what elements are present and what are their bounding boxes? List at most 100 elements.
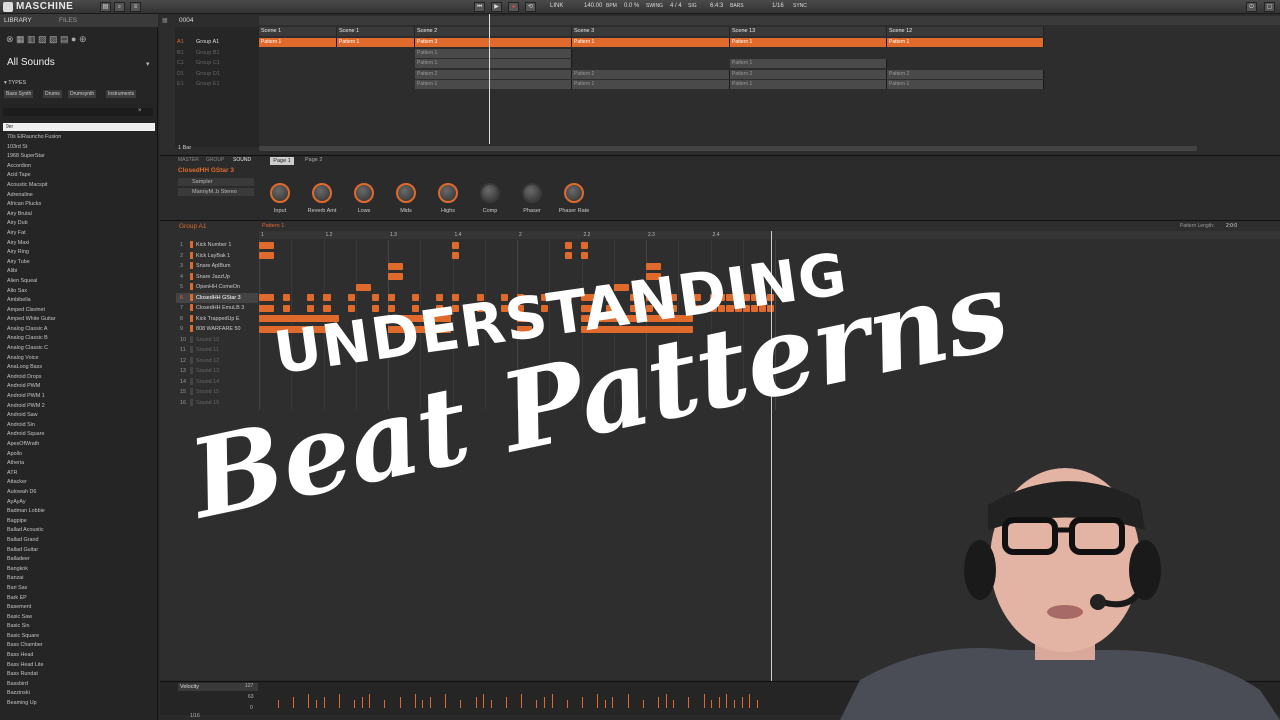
scene-header[interactable]: Scene 3 (572, 27, 730, 36)
library-item[interactable]: Autowah D6 (7, 488, 155, 498)
grid-icon[interactable]: ▦ (162, 17, 172, 25)
note[interactable] (355, 283, 371, 291)
velocity-bar[interactable] (582, 697, 583, 708)
scene-header[interactable]: Scene 1 (337, 27, 415, 36)
library-item[interactable]: Atheria (7, 459, 155, 469)
library-filter-icons[interactable]: ⊗ ▦ ▥ ▨ ▧ ▤ ● ⊕ (6, 34, 156, 46)
knob[interactable] (522, 183, 542, 203)
window-icon[interactable]: ▢ (1264, 2, 1275, 12)
library-item[interactable]: Acoustic Macspit (7, 181, 155, 191)
knob[interactable] (354, 183, 374, 203)
pattern-clip[interactable]: Pattern 1 (730, 59, 887, 68)
sound-row[interactable]: 8 Kick TrappedUp E (176, 314, 258, 325)
pattern-clip[interactable]: Pattern 1 (259, 38, 337, 47)
velocity-bar[interactable] (726, 694, 728, 708)
library-item[interactable]: Analog Classic B (7, 334, 155, 344)
library-item[interactable]: Amped Clavinet (7, 306, 155, 316)
preset-slot[interactable]: MannyM..b Stereo (178, 188, 254, 196)
velocity-bar[interactable] (308, 694, 310, 708)
library-item[interactable]: Basement (7, 603, 155, 613)
velocity-bar[interactable] (414, 694, 416, 708)
library-item[interactable]: Bark EP (7, 594, 155, 604)
library-item[interactable]: ATR (7, 469, 155, 479)
group-label[interactable]: Group A1 (179, 223, 206, 230)
library-item[interactable]: Airy Dub (7, 219, 155, 229)
velocity-bar[interactable] (566, 700, 568, 708)
note[interactable] (581, 241, 589, 249)
velocity-bar[interactable] (741, 697, 743, 708)
sound-row[interactable]: 10 Sound 10 (176, 335, 258, 346)
velocity-bar[interactable] (673, 700, 675, 708)
note[interactable] (283, 294, 291, 301)
velocity-bar[interactable] (703, 694, 705, 708)
velocity-bar[interactable] (597, 694, 599, 708)
pattern-clip[interactable]: Pattern 1 (572, 80, 730, 89)
tab-files[interactable]: FILES (59, 17, 77, 24)
scene-header[interactable]: Scene 1 (259, 27, 337, 36)
plugin-slot[interactable]: Sampler (178, 178, 254, 186)
pattern-clip[interactable]: Pattern 2 (415, 69, 572, 79)
library-selected-item[interactable]: 9er (3, 123, 155, 131)
note[interactable] (323, 304, 331, 312)
knob[interactable] (564, 183, 584, 203)
signature-value[interactable]: 4 / 4 (670, 3, 682, 9)
library-item[interactable]: Alto Sax (7, 287, 155, 297)
velocity-bar[interactable] (384, 700, 386, 708)
bars-value[interactable]: 6:4:3 (710, 3, 723, 9)
sound-row[interactable]: 7 ClosedHH EmuLB 3 (176, 303, 258, 314)
pattern-clip[interactable]: Pattern 1 (887, 80, 1044, 89)
type-chip[interactable]: Bass Synth (4, 90, 34, 98)
bar-length-label[interactable]: 1 Bar (178, 145, 191, 151)
library-item[interactable]: 103rd St (7, 143, 155, 153)
library-item[interactable]: Android PWM (7, 382, 155, 392)
note[interactable] (307, 294, 315, 301)
sound-row[interactable]: 15 Sound 15 (176, 387, 258, 398)
pattern-clip[interactable]: Pattern 1 (337, 38, 415, 47)
library-item[interactable]: Bagpipe (7, 517, 155, 527)
sound-row[interactable]: 5 OpenHH ComeOn (176, 282, 258, 293)
library-item[interactable]: Adrenaline (7, 191, 155, 201)
close-icon[interactable]: × (138, 108, 142, 114)
sound-row[interactable]: 2 Kick LayBak 1 (176, 251, 258, 262)
sound-row[interactable]: 3 Snare AplBum (176, 261, 258, 272)
library-item[interactable]: Ballad Grand (7, 536, 155, 546)
velocity-bar[interactable] (369, 694, 371, 708)
velocity-bar[interactable] (422, 700, 424, 708)
library-item[interactable]: Airy Brutal (7, 210, 155, 220)
sound-row[interactable]: 11 Sound 11 (176, 345, 258, 356)
library-item[interactable]: Android PWM 1 (7, 392, 155, 402)
note[interactable] (387, 294, 395, 301)
tab-master[interactable]: MASTER (178, 157, 199, 163)
note[interactable] (259, 241, 275, 249)
library-item[interactable]: Analog Classic C (7, 344, 155, 354)
browser-icon[interactable]: ▤ (100, 2, 111, 12)
library-item[interactable]: Android PWM 2 (7, 402, 155, 412)
swing-value[interactable]: 0.0 % (624, 3, 639, 9)
library-item[interactable]: Airy Maxi (7, 239, 155, 249)
note[interactable] (565, 241, 573, 249)
note[interactable] (452, 241, 460, 249)
search-icon[interactable]: ⌕ (114, 2, 125, 12)
pattern-clip[interactable]: Pattern 3 (415, 38, 572, 47)
sound-row[interactable]: 9 808 WARFARE 50 (176, 324, 258, 335)
velocity-bar[interactable] (734, 700, 735, 708)
library-item[interactable]: Bazzinski (7, 689, 155, 699)
play-button[interactable]: ▶ (491, 2, 502, 12)
note[interactable] (283, 304, 291, 312)
pattern-length-value[interactable]: 2:0:0 (1226, 223, 1237, 229)
pattern-clip[interactable]: Pattern 1 (415, 59, 572, 68)
type-chip[interactable]: Drumsynth (68, 90, 97, 98)
velocity-bar[interactable] (544, 697, 545, 708)
pattern-clip[interactable]: Pattern 2 (887, 69, 1044, 79)
velocity-bar[interactable] (749, 694, 751, 708)
library-item[interactable]: Ballad Acoustic (7, 526, 155, 536)
velocity-bar[interactable] (604, 700, 606, 708)
group-name[interactable]: Group A1 (196, 38, 219, 47)
library-item[interactable]: African Plucks (7, 200, 155, 210)
group-id[interactable]: C1 (177, 59, 184, 68)
note[interactable] (581, 252, 589, 259)
velocity-bar[interactable] (445, 694, 447, 708)
restart-button[interactable]: ⏮ (474, 2, 485, 12)
library-item[interactable]: 70s ElRauncho Fusion (7, 133, 155, 143)
scene-header[interactable]: Scene 12 (887, 27, 1044, 36)
